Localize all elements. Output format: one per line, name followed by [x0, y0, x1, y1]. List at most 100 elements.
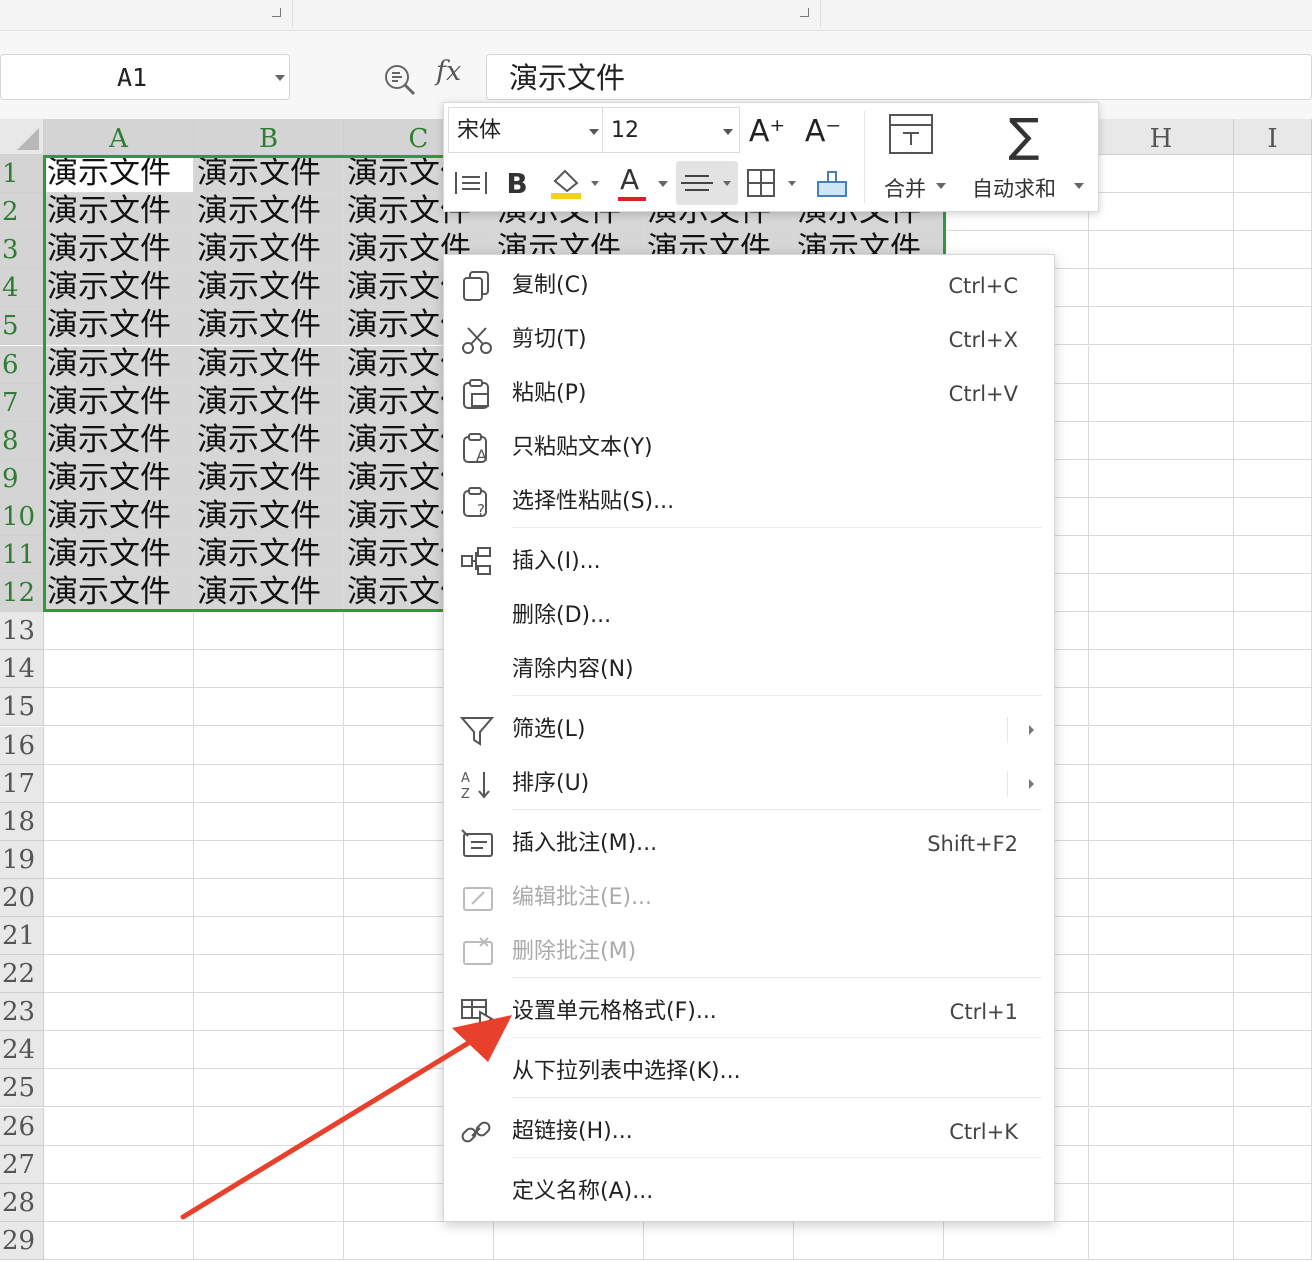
cell-h18[interactable] — [1089, 803, 1234, 841]
row-header-6[interactable]: 6 — [0, 346, 44, 384]
cell-i8[interactable] — [1234, 422, 1312, 460]
cell-b1[interactable]: 演示文件 — [194, 155, 344, 193]
cell-a24[interactable] — [44, 1031, 194, 1069]
row-header-5[interactable]: 5 — [0, 307, 44, 345]
row-header-8[interactable]: 8 — [0, 422, 44, 460]
cell-i6[interactable] — [1234, 346, 1312, 384]
cell-b16[interactable] — [194, 727, 344, 765]
row-header-12[interactable]: 12 — [0, 574, 44, 612]
cell-a12[interactable]: 演示文件 — [44, 574, 194, 612]
cell-b25[interactable] — [194, 1069, 344, 1107]
cell-i13[interactable] — [1234, 612, 1312, 650]
cell-b11[interactable]: 演示文件 — [194, 536, 344, 574]
font-name-select[interactable]: 宋体 — [448, 107, 604, 153]
cell-b23[interactable] — [194, 993, 344, 1031]
row-header-22[interactable]: 22 — [0, 955, 44, 993]
cell-a16[interactable] — [44, 727, 194, 765]
cell-b22[interactable] — [194, 955, 344, 993]
column-header-h[interactable]: H — [1089, 119, 1234, 155]
cell-h19[interactable] — [1089, 841, 1234, 879]
cell-a14[interactable] — [44, 650, 194, 688]
cell-i20[interactable] — [1234, 879, 1312, 917]
cell-a9[interactable]: 演示文件 — [44, 460, 194, 498]
cell-h5[interactable] — [1089, 307, 1234, 345]
row-header-21[interactable]: 21 — [0, 917, 44, 955]
chevron-down-icon[interactable] — [275, 75, 285, 81]
row-header-10[interactable]: 10 — [0, 498, 44, 536]
cell-g29[interactable] — [944, 1222, 1089, 1260]
row-header-7[interactable]: 7 — [0, 384, 44, 422]
cell-i28[interactable] — [1234, 1184, 1312, 1222]
cell-h29[interactable] — [1089, 1222, 1234, 1260]
column-header-b[interactable]: B — [194, 119, 344, 155]
shrink-font-button[interactable]: A⁻ — [802, 109, 844, 153]
cell-a17[interactable] — [44, 765, 194, 803]
cell-i7[interactable] — [1234, 384, 1312, 422]
menu-item-sort[interactable]: AZ排序(U) — [444, 757, 1054, 811]
row-header-25[interactable]: 25 — [0, 1069, 44, 1107]
cell-c29[interactable] — [344, 1222, 494, 1260]
select-all-corner[interactable] — [0, 119, 44, 155]
cell-h26[interactable] — [1089, 1108, 1234, 1146]
row-header-17[interactable]: 17 — [0, 765, 44, 803]
row-header-14[interactable]: 14 — [0, 650, 44, 688]
cell-b15[interactable] — [194, 688, 344, 726]
row-header-27[interactable]: 27 — [0, 1146, 44, 1184]
cell-h8[interactable] — [1089, 422, 1234, 460]
menu-item-hyperlink[interactable]: 超链接(H)...Ctrl+K — [444, 1105, 1054, 1159]
row-header-24[interactable]: 24 — [0, 1031, 44, 1069]
cell-b29[interactable] — [194, 1222, 344, 1260]
cell-b3[interactable]: 演示文件 — [194, 231, 344, 269]
cell-b6[interactable]: 演示文件 — [194, 346, 344, 384]
cell-i15[interactable] — [1234, 688, 1312, 726]
format-painter-button[interactable] — [810, 163, 854, 203]
cell-h15[interactable] — [1089, 688, 1234, 726]
cell-h24[interactable] — [1089, 1031, 1234, 1069]
row-header-2[interactable]: 2 — [0, 193, 44, 231]
cell-i1[interactable] — [1234, 155, 1312, 193]
cell-b10[interactable]: 演示文件 — [194, 498, 344, 536]
cell-i5[interactable] — [1234, 307, 1312, 345]
cell-b27[interactable] — [194, 1146, 344, 1184]
menu-item-filter[interactable]: 筛选(L) — [444, 703, 1054, 757]
row-header-3[interactable]: 3 — [0, 231, 44, 269]
cell-a23[interactable] — [44, 993, 194, 1031]
cell-a20[interactable] — [44, 879, 194, 917]
row-header-19[interactable]: 19 — [0, 841, 44, 879]
row-header-18[interactable]: 18 — [0, 803, 44, 841]
cell-i3[interactable] — [1234, 231, 1312, 269]
cell-i10[interactable] — [1234, 498, 1312, 536]
cell-a28[interactable] — [44, 1184, 194, 1222]
cell-i25[interactable] — [1234, 1069, 1312, 1107]
cell-b4[interactable]: 演示文件 — [194, 269, 344, 307]
row-header-15[interactable]: 15 — [0, 688, 44, 726]
cell-h6[interactable] — [1089, 346, 1234, 384]
formula-input[interactable]: 演示文件 — [486, 54, 1312, 100]
menu-item-format-cells[interactable]: 设置单元格格式(F)...Ctrl+1 — [444, 985, 1054, 1039]
cell-b9[interactable]: 演示文件 — [194, 460, 344, 498]
cell-h16[interactable] — [1089, 727, 1234, 765]
cell-i16[interactable] — [1234, 727, 1312, 765]
cell-h23[interactable] — [1089, 993, 1234, 1031]
row-header-1[interactable]: 1 — [0, 155, 44, 193]
borders-button[interactable] — [746, 163, 802, 203]
autosum-button[interactable]: 自动求和 — [972, 173, 1056, 203]
cell-a2[interactable]: 演示文件 — [44, 193, 194, 231]
menu-item-clear-contents[interactable]: 清除内容(N) — [444, 643, 1054, 697]
cell-i14[interactable] — [1234, 650, 1312, 688]
row-header-26[interactable]: 26 — [0, 1108, 44, 1146]
cell-h9[interactable] — [1089, 460, 1234, 498]
row-header-11[interactable]: 11 — [0, 536, 44, 574]
cell-i23[interactable] — [1234, 993, 1312, 1031]
cell-h13[interactable] — [1089, 612, 1234, 650]
cell-h1[interactable] — [1089, 155, 1234, 193]
cell-b19[interactable] — [194, 841, 344, 879]
bold-button[interactable]: B — [500, 163, 534, 203]
row-header-16[interactable]: 16 — [0, 727, 44, 765]
cell-a25[interactable] — [44, 1069, 194, 1107]
cell-b13[interactable] — [194, 612, 344, 650]
cell-h17[interactable] — [1089, 765, 1234, 803]
cell-i17[interactable] — [1234, 765, 1312, 803]
cell-e29[interactable] — [644, 1222, 794, 1260]
name-box[interactable]: A1 — [0, 54, 290, 100]
